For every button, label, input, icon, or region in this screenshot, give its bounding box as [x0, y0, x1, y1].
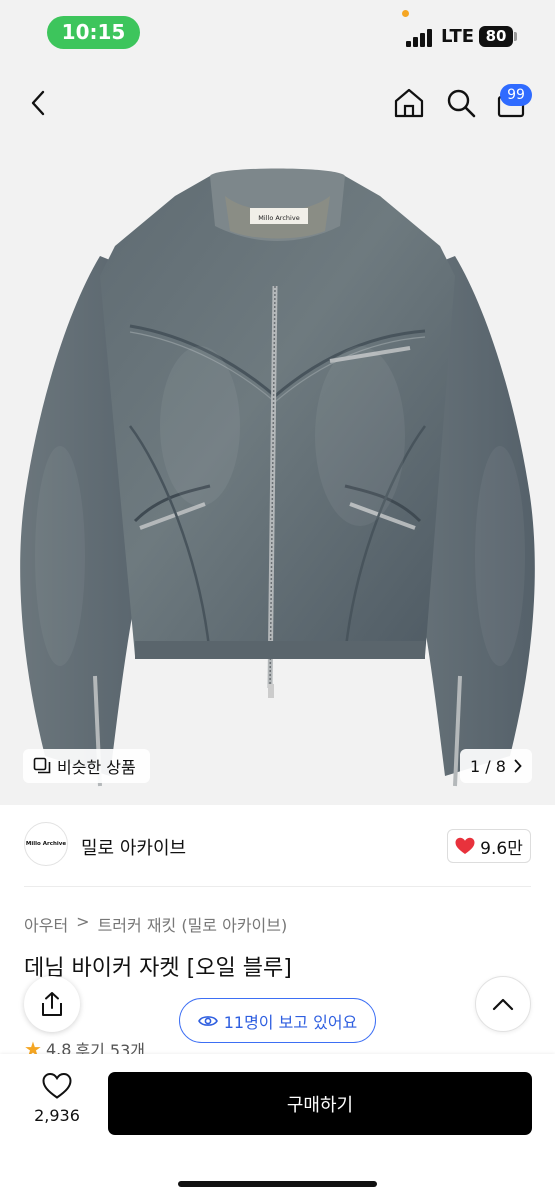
battery-level: 80 [485, 27, 507, 45]
similar-products-button[interactable]: 비슷한 상품 [23, 749, 150, 783]
buy-button[interactable]: 구매하기 [108, 1072, 532, 1135]
similar-products-icon [33, 757, 51, 774]
similar-products-label: 비슷한 상품 [57, 758, 136, 777]
denim-jacket-image: Millo Archive [20, 168, 535, 787]
brand-like-count: 9.6만 [480, 838, 523, 859]
battery-tip [514, 32, 517, 41]
privacy-indicator-dot [402, 10, 409, 17]
heart-filled-icon [455, 837, 475, 854]
eye-icon [197, 1015, 218, 1026]
viewers-count-pill: 11명이 보고 있어요 [179, 998, 376, 1043]
search-button[interactable] [440, 82, 482, 124]
section-divider [24, 886, 531, 887]
viewers-text: 11명이 보고 있어요 [223, 1012, 358, 1032]
breadcrumb-subcategory[interactable]: 트러커 재킷 (밀로 아카이브) [98, 912, 288, 936]
share-icon [42, 992, 62, 1016]
network-type: LTE [441, 26, 475, 47]
brand-logo-text: Millo Archive [25, 841, 67, 847]
breadcrumb-category[interactable]: 아우터 [24, 912, 68, 936]
product-image-gallery[interactable]: Millo Archive [0, 136, 555, 805]
image-page-indicator[interactable]: 1 / 8 [460, 749, 532, 783]
image-page-text: 1 / 8 [470, 756, 506, 776]
chevron-right-icon [514, 759, 522, 773]
wishlist-button[interactable]: 2,936 [24, 1072, 90, 1125]
breadcrumb-separator: > [76, 912, 90, 931]
home-icon [394, 88, 424, 118]
home-indicator[interactable] [178, 1181, 377, 1187]
battery-icon: 80 [479, 26, 513, 47]
chevron-up-icon [492, 998, 514, 1011]
wishlist-count: 2,936 [34, 1106, 80, 1125]
status-bar: 10:15 LTE 80 [0, 0, 555, 70]
heart-outline-icon [42, 1072, 72, 1099]
back-icon [31, 90, 45, 116]
share-button[interactable] [24, 976, 80, 1032]
brand-logo[interactable]: Millo Archive [24, 822, 68, 866]
status-time: 10:15 [47, 16, 140, 49]
garment-label-text: Millo Archive [258, 214, 299, 222]
cart-count-badge: 99 [500, 84, 532, 106]
breadcrumb: 아우터 > 트러커 재킷 (밀로 아카이브) [24, 912, 287, 936]
signal-icon [406, 29, 436, 47]
home-button[interactable] [388, 82, 430, 124]
top-nav [0, 70, 555, 136]
brand-like-button[interactable]: 9.6만 [447, 829, 531, 863]
brand-name-link[interactable]: 밀로 아카이브 [81, 834, 186, 860]
product-title: 데님 바이커 자켓 [오일 블루] [24, 956, 292, 981]
back-button[interactable] [18, 82, 60, 124]
search-icon [447, 89, 476, 118]
scroll-top-button[interactable] [475, 976, 531, 1032]
